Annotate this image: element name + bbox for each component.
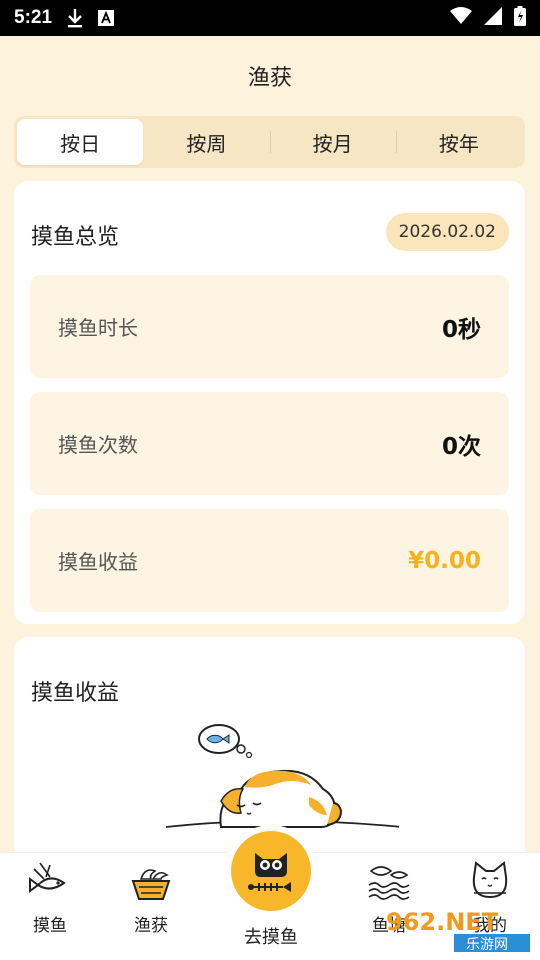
stat-duration: 摸鱼时长 0秒	[30, 275, 509, 378]
stat-label: 摸鱼收益	[58, 550, 138, 574]
status-bar: 5:21	[0, 0, 540, 36]
stat-value: ¥0.00	[408, 547, 481, 574]
stat-value: 0秒	[441, 316, 481, 343]
stat-value: 0次	[441, 433, 481, 460]
period-tabs: 按日 按周 按月 按年	[14, 116, 525, 168]
fish-pond-icon	[368, 866, 410, 900]
page-header: 渔获	[0, 36, 540, 116]
fish-icon	[29, 862, 66, 893]
tab-label: 按年	[438, 131, 479, 156]
stat-label: 摸鱼次数	[58, 433, 138, 457]
nav-label: 摸鱼	[33, 916, 67, 936]
stat-label: 摸鱼时长	[58, 316, 138, 340]
text-notification-icon	[98, 10, 115, 26]
battery-icon	[514, 6, 526, 30]
wifi-icon	[450, 7, 472, 29]
tab-year[interactable]: 按年	[395, 119, 522, 165]
download-icon	[66, 8, 84, 28]
nav-item-catch[interactable]: 渔获	[106, 857, 196, 936]
go-fishing-circle	[225, 825, 317, 917]
nav-item-fish[interactable]: 摸鱼	[5, 857, 95, 936]
overview-card: 摸鱼总览 2026.02.02 摸鱼时长 0秒 摸鱼次数 0次 摸鱼收益 ¥0.…	[14, 181, 525, 624]
cat-avatar-icon	[472, 861, 508, 899]
tab-month[interactable]: 按月	[269, 119, 396, 165]
bottom-nav: 摸鱼 渔获 去摸鱼 鱼塘 我的 962.NET 乐游网	[0, 825, 540, 960]
stat-earnings: 摸鱼收益 ¥0.00	[30, 509, 509, 612]
signal-icon	[484, 7, 502, 29]
fish-basket-icon	[131, 869, 171, 900]
stat-count: 摸鱼次数 0次	[30, 392, 509, 495]
watermark-text-top: 962.NET	[386, 908, 499, 936]
tab-label: 按周	[186, 131, 227, 156]
earnings-title: 摸鱼收益	[31, 681, 120, 706]
status-time: 5:21	[14, 7, 53, 28]
tab-label: 按月	[312, 131, 353, 156]
go-fishing-button[interactable]: 去摸鱼	[225, 825, 317, 949]
watermark-text-bottom: 乐游网	[466, 937, 508, 953]
tab-day[interactable]: 按日	[17, 119, 144, 165]
page-title: 渔获	[247, 66, 292, 91]
nav-label: 渔获	[134, 916, 168, 936]
sleeping-cat-illustration	[165, 724, 399, 828]
nav-label: 去摸鱼	[244, 927, 298, 948]
overview-title: 摸鱼总览	[31, 225, 120, 250]
tab-label: 按日	[60, 131, 101, 156]
tab-week[interactable]: 按周	[143, 119, 269, 165]
go-fishing-inner	[231, 831, 311, 911]
site-watermark-logo: 962.NET 乐游网	[386, 908, 530, 953]
cat-fishbone-icon	[248, 853, 291, 892]
date-picker-chip[interactable]: 2026.02.02	[385, 213, 509, 251]
